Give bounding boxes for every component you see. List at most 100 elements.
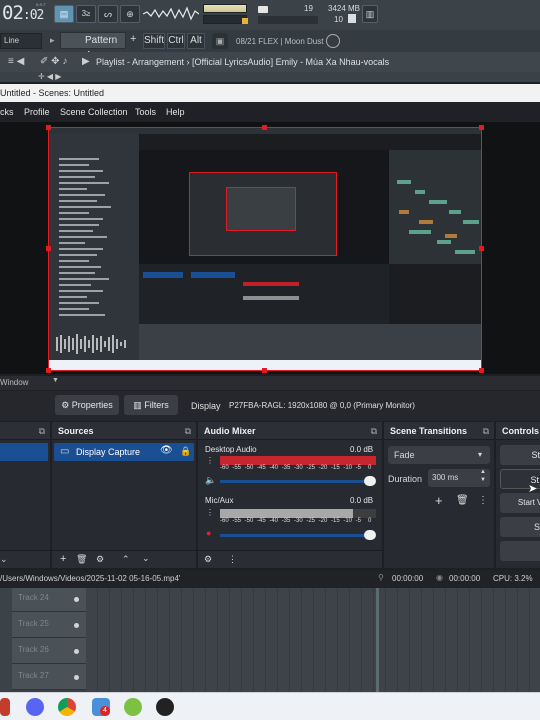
snap-select[interactable]: Line bbox=[0, 33, 42, 49]
discord-icon[interactable] bbox=[26, 698, 44, 716]
scene-item-selected[interactable] bbox=[0, 443, 48, 461]
pattern-mode-button[interactable]: ▤ bbox=[54, 5, 74, 23]
resize-handle-br[interactable] bbox=[479, 368, 484, 373]
menu-docks[interactable]: cks bbox=[0, 107, 14, 117]
dock-float-icon[interactable]: ⧉ bbox=[483, 422, 489, 440]
pattern-prev-icon[interactable]: ▸ bbox=[50, 35, 55, 46]
track-enable-dot[interactable] bbox=[74, 675, 79, 680]
source-properties-icon[interactable]: ⚙ bbox=[96, 554, 104, 565]
captured-playlist bbox=[389, 150, 481, 264]
obs-icon[interactable] bbox=[156, 698, 174, 716]
captured-obs-docks bbox=[139, 264, 389, 324]
mic-volume-slider[interactable] bbox=[220, 534, 372, 537]
plugin-icon[interactable]: ▣ bbox=[212, 33, 228, 49]
menu-help[interactable]: Help bbox=[166, 107, 185, 117]
shift-key-indicator[interactable]: Shift bbox=[143, 33, 165, 49]
spin-down-icon: ▼ bbox=[480, 477, 486, 483]
playlist-subbar: ✛ ◀ ▶ bbox=[0, 72, 540, 82]
wave-icon[interactable]: ᔕ bbox=[98, 5, 118, 23]
db-tick-label: -15 bbox=[331, 465, 340, 471]
track-header[interactable]: Track 25 bbox=[0, 612, 86, 638]
mic-menu-icon[interactable]: ⋮ bbox=[206, 508, 214, 517]
resize-handle-r[interactable] bbox=[479, 246, 484, 251]
alt-key-indicator[interactable]: Alt bbox=[187, 33, 205, 49]
speaker-icon[interactable]: 🔈 bbox=[205, 475, 216, 486]
fl-studio-icon[interactable] bbox=[124, 698, 142, 716]
track-header[interactable]: Track 26 bbox=[0, 638, 86, 664]
play-icon[interactable]: ▶ bbox=[82, 56, 90, 67]
resize-handle-tl[interactable] bbox=[46, 125, 51, 130]
mic-muted-icon[interactable]: ● bbox=[206, 528, 211, 538]
db-tick-label: -60 bbox=[220, 465, 229, 471]
ctrl-key-indicator[interactable]: Ctrl bbox=[167, 33, 185, 49]
windows-taskbar: 4 bbox=[0, 692, 540, 720]
add-source-icon[interactable]: + bbox=[60, 553, 66, 565]
track-enable-dot[interactable] bbox=[74, 597, 79, 602]
add-pattern-icon[interactable]: + bbox=[130, 33, 136, 45]
obs-status-bar: /Users/Windows/Videos/2025-11-02 05-16-0… bbox=[0, 570, 540, 588]
mixer-settings-icon[interactable]: ⚙ bbox=[204, 554, 212, 565]
visibility-eye-icon[interactable]: 👁 bbox=[160, 445, 173, 456]
resize-handle-b[interactable] bbox=[262, 368, 267, 373]
dock-float-icon[interactable]: ⧉ bbox=[39, 422, 45, 440]
source-toolbar: ⚙ Properties ▥ Filters Display P27FBA-RA… bbox=[0, 391, 540, 421]
move-up-icon[interactable]: ⌃ bbox=[122, 554, 130, 565]
resize-handle-tr[interactable] bbox=[479, 125, 484, 130]
remove-transition-icon[interactable]: 🗑 bbox=[456, 495, 469, 506]
gear-icon: ⚙ bbox=[61, 400, 72, 410]
remove-source-icon[interactable]: 🗑 bbox=[76, 554, 87, 565]
track-enable-dot[interactable] bbox=[74, 623, 79, 628]
menu-icon[interactable]: ≡ ◀ bbox=[8, 56, 24, 67]
start-virtual-camera-button[interactable]: Start Vi bbox=[500, 493, 540, 513]
mixer-menu-icon[interactable]: ⋮ bbox=[228, 554, 237, 565]
resize-handle-l[interactable] bbox=[46, 246, 51, 251]
lock-icon[interactable]: 🔒 bbox=[180, 446, 191, 457]
snap-icon[interactable]: ⊕ bbox=[120, 5, 140, 23]
dock-float-icon[interactable]: ⧉ bbox=[371, 422, 377, 440]
desktop-menu-icon[interactable]: ⋮ bbox=[206, 456, 214, 465]
studio-mode-button[interactable]: S bbox=[500, 517, 540, 537]
master-volume-meter[interactable] bbox=[203, 4, 247, 13]
zoom-icon[interactable]: ✛ ◀ ▶ bbox=[38, 72, 61, 81]
tempo-tapper-button[interactable]: 3≥ bbox=[76, 5, 96, 23]
move-down-icon[interactable]: ⌄ bbox=[142, 553, 150, 564]
properties-button[interactable]: ⚙ Properties bbox=[55, 395, 119, 415]
cpu-usage: CPU: 3.2% bbox=[493, 574, 533, 583]
mic-volume-thumb[interactable] bbox=[364, 530, 376, 540]
db-tick-label: -20 bbox=[318, 465, 328, 471]
db-tick-label: -40 bbox=[269, 465, 278, 471]
desktop-volume-thumb[interactable] bbox=[364, 476, 376, 486]
settings-button[interactable] bbox=[500, 541, 540, 561]
transition-menu-icon[interactable]: ⋮ bbox=[478, 495, 488, 506]
tools-icon[interactable]: ✐ ✥ ♪ bbox=[40, 56, 67, 67]
pattern-selector[interactable]: Pattern 4 bbox=[60, 32, 126, 61]
track-grid[interactable] bbox=[86, 588, 540, 692]
start-streaming-button[interactable]: St bbox=[500, 445, 540, 465]
resize-handle-bl[interactable] bbox=[46, 368, 51, 373]
resize-handle-t[interactable] bbox=[262, 125, 267, 130]
globe-icon[interactable] bbox=[326, 34, 340, 48]
chevron-down-icon[interactable]: ⌄ bbox=[0, 554, 8, 565]
display-capture-preview[interactable] bbox=[48, 127, 482, 371]
master-pitch-meter[interactable] bbox=[203, 15, 247, 24]
menu-scene-collection[interactable]: Scene Collection bbox=[60, 107, 128, 117]
track-enable-dot[interactable] bbox=[74, 649, 79, 654]
menu-profile[interactable]: Profile bbox=[24, 107, 50, 117]
db-tick-label: -55 bbox=[232, 518, 241, 524]
chrome-icon[interactable] bbox=[58, 698, 76, 716]
window-dropdown-icon[interactable]: ▼ bbox=[52, 377, 59, 384]
save-icon[interactable]: ▥ bbox=[362, 5, 378, 23]
filters-button[interactable]: ▥ Filters bbox=[124, 395, 178, 415]
source-item[interactable]: ▭ Display Capture 👁 🔒 bbox=[54, 443, 194, 461]
track-header[interactable]: Track 24 bbox=[0, 588, 86, 612]
menu-tools[interactable]: Tools bbox=[135, 107, 156, 117]
duration-input[interactable]: 300 ms ▲ ▼ bbox=[428, 469, 490, 487]
app-icon[interactable]: 4 bbox=[92, 698, 110, 716]
desktop-volume-slider[interactable] bbox=[220, 480, 372, 483]
display-select[interactable]: P27FBA-RAGL: 1920x1080 @ 0,0 (Primary Mo… bbox=[229, 401, 415, 410]
track-header[interactable]: Track 27 bbox=[0, 664, 86, 690]
dock-float-icon[interactable]: ⧉ bbox=[185, 422, 191, 440]
transition-select[interactable]: Fade ▾ bbox=[388, 446, 490, 464]
add-transition-icon[interactable]: + bbox=[435, 493, 443, 508]
app-icon-partial[interactable] bbox=[0, 698, 10, 716]
